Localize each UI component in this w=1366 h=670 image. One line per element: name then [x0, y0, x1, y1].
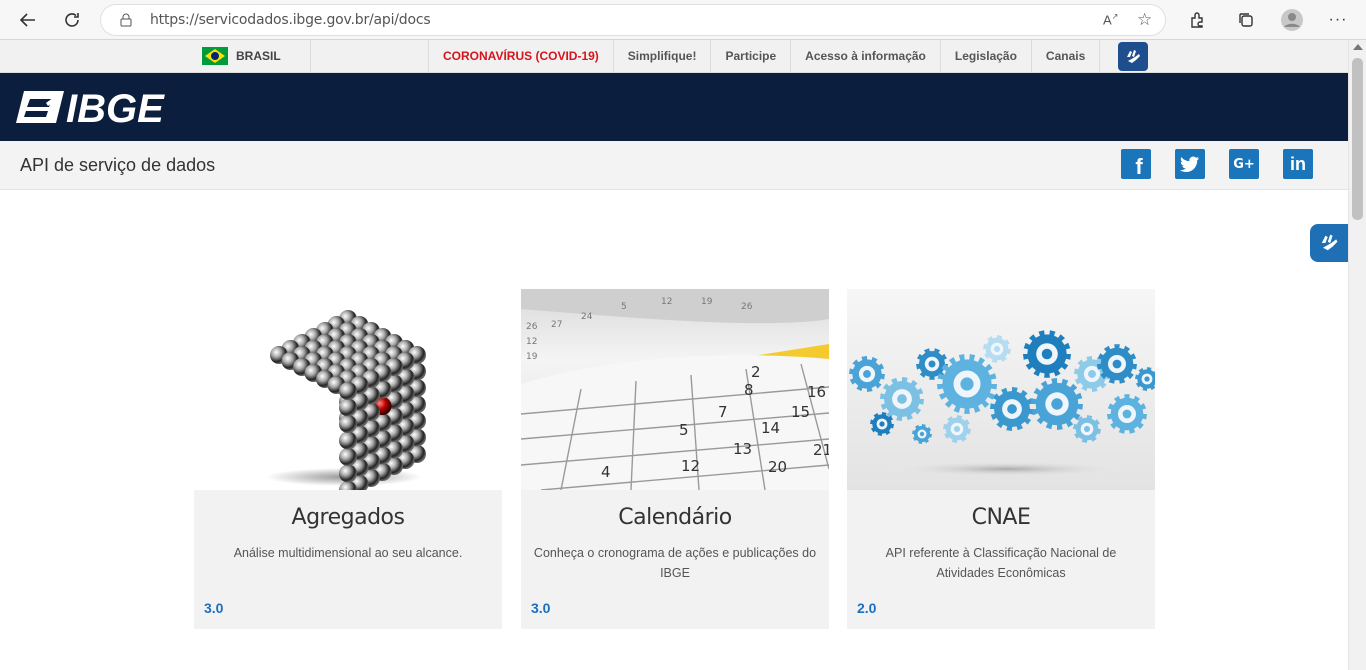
- blue-gears-image: [847, 289, 1155, 490]
- gov-link-participe[interactable]: Participe: [710, 40, 790, 72]
- svg-text:16: 16: [807, 383, 826, 401]
- lock-icon: [120, 13, 132, 32]
- card-description: Análise multidimensional ao seu alcance.: [233, 546, 463, 560]
- svg-text:26: 26: [741, 302, 753, 312]
- brasil-link[interactable]: BRASIL: [0, 40, 311, 72]
- ibge-logo[interactable]: IBGE: [16, 87, 188, 131]
- url-text: https://servicodados.ibge.gov.br/api/doc…: [150, 12, 431, 28]
- svg-text:14: 14: [761, 419, 780, 437]
- card-title: CNAE: [971, 505, 1031, 530]
- svg-text:27: 27: [551, 320, 562, 330]
- gov-link-covid[interactable]: CORONAVÍRUS (COVID-19): [428, 40, 613, 72]
- card-version: 3.0: [531, 600, 551, 616]
- svg-text:8: 8: [744, 381, 754, 399]
- svg-text:12: 12: [661, 297, 672, 307]
- svg-text:26: 26: [526, 322, 538, 332]
- logo-text: IBGE: [66, 89, 165, 125]
- svg-text:24: 24: [581, 312, 593, 322]
- profile-avatar-icon[interactable]: [1278, 6, 1306, 34]
- metal-spheres-cube-image: [194, 289, 502, 490]
- card-agregados[interactable]: Agregados Análise multidimensional ao se…: [194, 289, 502, 629]
- card-version: 2.0: [857, 600, 877, 616]
- vlibras-hands-icon[interactable]: [1118, 42, 1148, 71]
- card-cnae[interactable]: CNAE API referente à Classificação Nacio…: [847, 289, 1155, 629]
- svg-text:19: 19: [701, 297, 713, 307]
- scroll-up-icon[interactable]: [1353, 44, 1363, 50]
- card-title: Agregados: [291, 505, 405, 530]
- more-options-icon[interactable]: ···: [1324, 6, 1352, 34]
- svg-text:5: 5: [621, 302, 627, 312]
- gov-link-acesso-informacao[interactable]: Acesso à informação: [790, 40, 940, 72]
- gov-link-legislacao[interactable]: Legislação: [939, 40, 1031, 72]
- svg-text:5: 5: [679, 421, 689, 439]
- brasil-label: BRASIL: [236, 49, 281, 63]
- collections-icon[interactable]: [1232, 6, 1260, 34]
- site-header: IBGE: [0, 73, 1348, 141]
- svg-text:21: 21: [813, 441, 829, 459]
- page-title: API de serviço de dados: [20, 155, 216, 175]
- svg-text:2: 2: [751, 363, 761, 381]
- card-title: Calendário: [618, 505, 732, 530]
- svg-text:12: 12: [681, 457, 700, 475]
- svg-text:20: 20: [768, 458, 787, 476]
- extensions-icon[interactable]: [1184, 6, 1212, 34]
- google-plus-icon[interactable]: G+: [1229, 149, 1259, 179]
- svg-text:7: 7: [718, 403, 728, 421]
- address-bar[interactable]: https://servicodados.ibge.gov.br/api/doc…: [100, 4, 1166, 36]
- card-description: API referente à Classificação Nacional d…: [885, 546, 1117, 580]
- gov-link-simplifique[interactable]: Simplifique!: [612, 40, 711, 72]
- calendar-pages-image: 4 12 13 20 21 5 7 14 15 16 82 26 12 19 27 24 5 12 19 26: [521, 289, 829, 490]
- refresh-icon[interactable]: [58, 6, 86, 34]
- svg-text:19: 19: [526, 352, 538, 362]
- svg-text:15: 15: [791, 403, 810, 421]
- card-description: Conheça o cronograma de ações e publicaç…: [533, 546, 817, 580]
- read-aloud-icon[interactable]: A↗: [1103, 12, 1118, 27]
- twitter-icon[interactable]: [1175, 149, 1205, 179]
- favorites-add-icon[interactable]: ☆: [1137, 10, 1152, 30]
- svg-text:4: 4: [601, 463, 611, 481]
- brazil-flag-icon: [202, 47, 228, 65]
- card-version: 3.0: [204, 600, 224, 616]
- svg-text:12: 12: [526, 337, 537, 347]
- browser-toolbar: https://servicodados.ibge.gov.br/api/doc…: [0, 0, 1366, 40]
- gov-link-canais[interactable]: Canais: [1030, 40, 1101, 72]
- vlibras-widget-icon[interactable]: [1310, 224, 1348, 262]
- facebook-icon[interactable]: f: [1121, 149, 1151, 179]
- page-scrollbar[interactable]: [1348, 40, 1366, 670]
- gov-links: CORONAVÍRUS (COVID-19) Simplifique! Part…: [428, 40, 1101, 72]
- card-calendario[interactable]: 4 12 13 20 21 5 7 14 15 16 82 26 12 19 27 24 5 12 19 26…: [521, 289, 829, 629]
- scrollbar-thumb[interactable]: [1352, 58, 1363, 220]
- svg-text:13: 13: [733, 440, 752, 458]
- back-icon[interactable]: [14, 6, 42, 34]
- linkedin-icon[interactable]: in: [1283, 149, 1313, 179]
